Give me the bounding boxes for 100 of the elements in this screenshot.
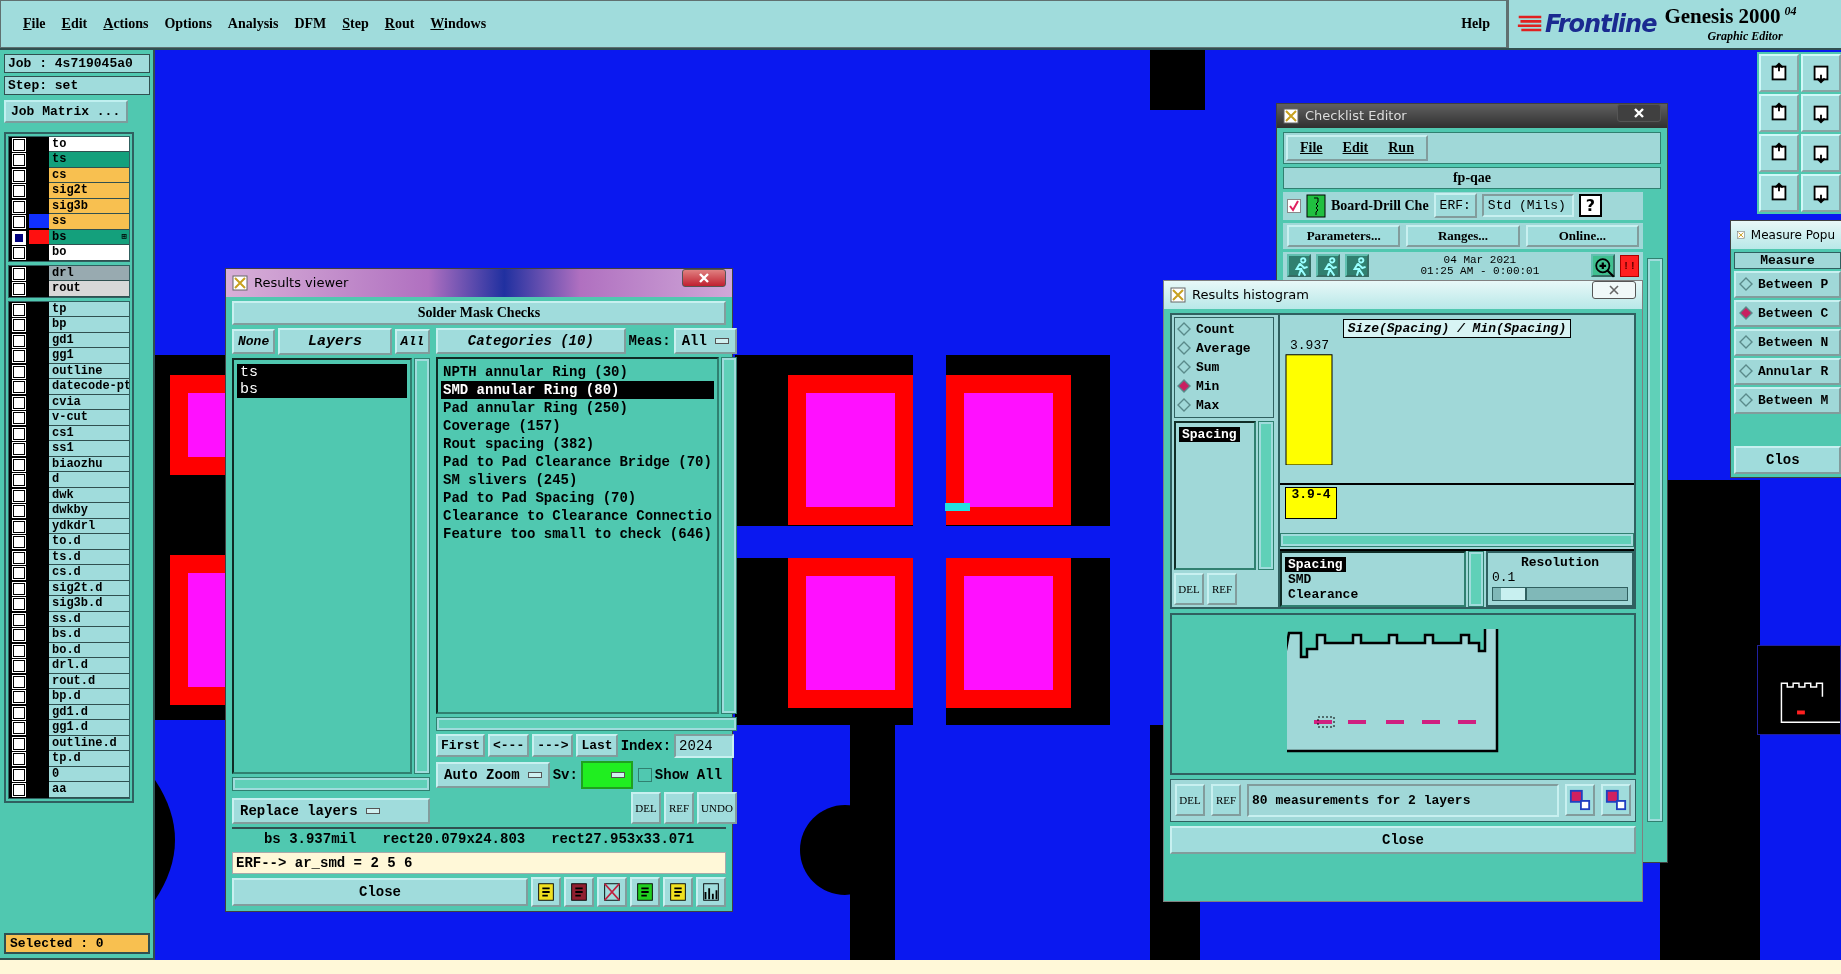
alert-button[interactable]: !! — [1619, 254, 1639, 277]
horizontal-scrollbar[interactable] — [232, 776, 430, 791]
menu-item[interactable]: Run — [1388, 139, 1414, 156]
measure-item[interactable]: SMD — [1285, 571, 1315, 587]
layer-checkbox[interactable] — [13, 334, 25, 347]
layer-checkbox[interactable] — [13, 319, 25, 332]
close-button[interactable] — [1592, 280, 1636, 299]
layer-name[interactable]: bp — [49, 317, 129, 333]
layer-checkbox[interactable] — [13, 691, 25, 704]
close-button[interactable]: Close — [1170, 825, 1636, 854]
layer-name[interactable]: gg1.d — [49, 720, 129, 736]
close-button[interactable] — [1617, 103, 1661, 122]
vertical-scrollbar[interactable] — [1258, 420, 1274, 570]
edit-button[interactable]: DEL — [631, 791, 662, 824]
meas-dropdown[interactable]: All — [673, 327, 737, 354]
menu-item[interactable]: Options — [156, 13, 220, 34]
layer-checkbox[interactable] — [13, 644, 25, 657]
horizontal-scrollbar[interactable] — [436, 716, 737, 731]
layer-name[interactable]: cs.d — [49, 565, 129, 581]
categories-button[interactable]: Categories (10) — [436, 327, 626, 354]
menu-item[interactable]: Windows — [422, 13, 495, 34]
layer-name[interactable]: bs.d — [49, 627, 129, 643]
zoom-mode-dropdown[interactable]: Auto Zoom — [436, 761, 550, 788]
layer-name[interactable]: ts — [49, 152, 129, 168]
tool-button[interactable] — [1759, 173, 1799, 212]
run-button[interactable] — [1287, 254, 1311, 278]
layer-checkbox[interactable] — [13, 138, 25, 151]
horizontal-scrollbar[interactable] — [1280, 532, 1634, 547]
radio-button[interactable] — [1177, 398, 1191, 413]
radio-button[interactable] — [1177, 322, 1191, 337]
layer-checkbox[interactable] — [13, 660, 25, 673]
tool-button[interactable] — [1801, 93, 1841, 132]
close-button[interactable]: Clos — [1734, 445, 1841, 474]
category-item[interactable]: Feature too small to check (646) — [441, 524, 714, 543]
tool-button[interactable] — [1801, 53, 1841, 92]
layer-list-item[interactable]: ts — [237, 363, 407, 381]
layer-checkbox[interactable] — [13, 536, 25, 549]
layer-checkbox[interactable] — [13, 365, 25, 378]
menu-item[interactable]: DFM — [286, 13, 335, 34]
index-field[interactable]: 2024 — [674, 733, 735, 758]
radio-button[interactable] — [1177, 379, 1191, 394]
layer-checkbox[interactable] — [13, 582, 25, 595]
layer-checkbox[interactable] — [13, 381, 25, 394]
layer-checkbox[interactable] — [13, 505, 25, 518]
layer-name[interactable]: tp.d — [49, 751, 129, 767]
navigation-button[interactable]: Last — [576, 734, 618, 758]
layer-name[interactable]: ss — [49, 214, 129, 230]
radio-button[interactable] — [1739, 393, 1753, 408]
tool-button[interactable] — [1801, 173, 1841, 212]
layer-checkbox[interactable] — [13, 216, 25, 229]
layer-name[interactable]: to.d — [49, 534, 129, 550]
edit-button[interactable]: REF — [1211, 784, 1241, 817]
menu-item[interactable]: Step — [334, 13, 377, 34]
zoom-button[interactable] — [1590, 254, 1615, 278]
layer-name[interactable]: gg1 — [49, 348, 129, 364]
layer-checkbox[interactable] — [13, 350, 25, 363]
layer-checkbox[interactable] — [13, 598, 25, 611]
layer-checkbox[interactable] — [13, 200, 25, 213]
radio-button[interactable] — [1739, 277, 1753, 292]
category-item[interactable]: Clearance to Clearance Connectio — [441, 506, 714, 525]
tool-button[interactable] — [696, 876, 726, 907]
category-item[interactable]: SM slivers (245) — [441, 470, 714, 489]
minimap[interactable] — [1757, 644, 1841, 735]
radio-button[interactable] — [1739, 364, 1753, 379]
category-item[interactable]: Rout spacing (382) — [441, 434, 714, 453]
tool-button[interactable] — [564, 876, 594, 907]
histogram-bar[interactable] — [1285, 354, 1333, 465]
export-button[interactable] — [1565, 784, 1595, 817]
navigation-button[interactable]: First — [436, 734, 485, 758]
show-all-checkbox[interactable] — [637, 767, 652, 782]
vertical-scrollbar[interactable] — [720, 356, 737, 714]
layer-checkbox[interactable] — [13, 706, 25, 719]
menu-item[interactable]: Actions — [95, 13, 157, 34]
help-button[interactable]: ? — [1578, 194, 1603, 218]
menu-item[interactable]: File — [1300, 139, 1323, 156]
checklist-button[interactable]: Online... — [1525, 224, 1639, 247]
category-item[interactable]: Pad to Pad Spacing (70) — [441, 488, 714, 507]
layer-name[interactable]: v-cut — [49, 410, 129, 426]
action-checkbox[interactable] — [1287, 198, 1301, 213]
layer-checkbox[interactable] — [13, 427, 25, 440]
edit-button[interactable]: DEL — [1174, 572, 1204, 605]
layer-name[interactable]: to — [49, 136, 129, 153]
layer-checkbox[interactable] — [13, 613, 25, 626]
radio-button[interactable] — [1739, 306, 1753, 321]
category-item[interactable]: Pad to Pad Clearance Bridge (70) — [441, 452, 714, 471]
layer-checkbox[interactable] — [13, 551, 25, 564]
layer-name[interactable]: sig2t — [49, 183, 129, 199]
layer-checkbox[interactable] — [13, 474, 25, 487]
layer-name[interactable]: bp.d — [49, 689, 129, 705]
layer-name[interactable]: d — [49, 472, 129, 488]
layer-mode-dropdown[interactable]: Replace layers — [232, 797, 430, 824]
radio-button[interactable] — [1177, 360, 1191, 375]
layer-filter-button[interactable]: Layers — [278, 327, 392, 355]
measure-item[interactable]: Clearance — [1285, 586, 1362, 602]
layer-checkbox[interactable] — [13, 283, 25, 296]
run-button[interactable] — [1345, 254, 1369, 278]
layer-checkbox[interactable] — [13, 768, 25, 781]
edit-button[interactable]: REF — [1207, 572, 1237, 605]
run-button[interactable] — [1316, 254, 1340, 278]
tool-button[interactable] — [1759, 93, 1799, 132]
